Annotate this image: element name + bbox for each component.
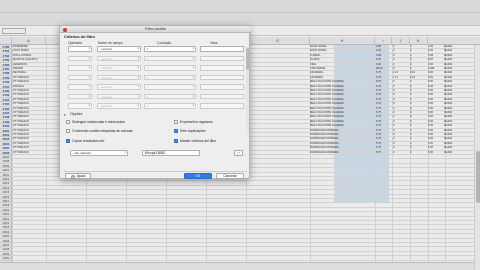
- case-sensitive-label: Distinguir maiúsculas e minúsculas: [72, 120, 125, 124]
- value-input[interactable]: [200, 93, 244, 99]
- copy-target-input[interactable]: $Houja3.$B$2: [142, 150, 200, 156]
- condition-value: =: [146, 85, 149, 89]
- criteria-scrollbar[interactable]: [246, 46, 249, 134]
- condition-select[interactable]: = ▾: [144, 55, 196, 61]
- range-has-headers-label: O intervalo contém etiquetas de colunas: [72, 129, 133, 133]
- field-name-value: - nenhum -: [99, 104, 115, 108]
- chevron-down-icon: ▾: [88, 75, 90, 79]
- ok-button[interactable]: OK: [184, 173, 212, 179]
- condition-select[interactable]: = ▾: [144, 74, 196, 80]
- value-input[interactable]: [200, 84, 244, 90]
- keep-criteria-label: Manter critérios del filtro: [180, 139, 217, 143]
- chevron-down-icon: ▾: [192, 56, 194, 60]
- field-name-select[interactable]: - nenhum - ▾: [97, 46, 141, 52]
- no-duplicates-checkbox[interactable]: ✓: [174, 129, 178, 133]
- condition-select[interactable]: = ▾: [144, 65, 196, 71]
- value-input[interactable]: [200, 103, 244, 109]
- copy-results-label: Copiar resultados em:: [72, 139, 106, 143]
- standard-filter-dialog: Filtro padrão Critérios do filtro Operad…: [59, 25, 251, 179]
- field-name-value: - nenhum -: [99, 75, 115, 80]
- operator-select[interactable]: ▾: [68, 74, 92, 80]
- disclosure-triangle-icon[interactable]: ▾: [64, 113, 66, 117]
- condition-select[interactable]: = ▾: [144, 84, 196, 90]
- shrink-dialog-icon[interactable]: ⤢: [234, 150, 243, 156]
- chevron-down-icon: ▾: [137, 104, 139, 107]
- chevron-down-icon: ▾: [88, 56, 90, 60]
- chevron-down-icon: ▾: [88, 104, 90, 107]
- operator-select[interactable]: ▾: [68, 55, 92, 61]
- chevron-down-icon: ▾: [137, 94, 139, 98]
- field-name-value: - nenhum -: [99, 66, 115, 70]
- cancel-button[interactable]: Cancelar: [216, 173, 244, 179]
- copy-target-select[interactable]: - não definido - ▾: [70, 150, 128, 156]
- chevron-down-icon: ▾: [137, 66, 139, 69]
- chevron-down-icon: ▾: [88, 66, 90, 69]
- no-duplicates-label: Sem duplicações: [180, 129, 206, 133]
- chevron-down-icon: ▾: [137, 56, 139, 60]
- close-icon[interactable]: [63, 27, 67, 32]
- help-icon: ?: [71, 175, 75, 179]
- field-name-select[interactable]: - nenhum - ▾: [97, 84, 141, 90]
- field-name-select[interactable]: - nenhum - ▾: [97, 103, 141, 109]
- field-column-label: Nome do campo: [98, 41, 123, 45]
- chevron-down-icon: ▾: [88, 94, 90, 98]
- condition-column-label: Condição: [157, 41, 172, 45]
- value-input[interactable]: [200, 65, 244, 71]
- chevron-down-icon: ▾: [192, 66, 194, 69]
- keep-criteria-checkbox[interactable]: ✓: [174, 139, 178, 143]
- chevron-down-icon: ▾: [192, 85, 194, 88]
- operator-select[interactable]: ▾: [68, 46, 92, 52]
- condition-value: =: [146, 47, 149, 51]
- field-name-select[interactable]: - nenhum - ▾: [97, 93, 141, 99]
- chevron-down-icon: ▾: [192, 47, 194, 50]
- operator-select[interactable]: ▾: [68, 103, 92, 109]
- operator-select[interactable]: ▾: [68, 84, 92, 90]
- field-name-value: - nenhum -: [99, 94, 115, 99]
- criteria-scroll-thumb[interactable]: [246, 48, 249, 70]
- condition-select[interactable]: = ▾: [144, 103, 196, 109]
- condition-value: =: [146, 56, 149, 61]
- value-input[interactable]: [200, 55, 244, 61]
- regex-checkbox[interactable]: [174, 120, 178, 124]
- condition-value: =: [146, 94, 149, 99]
- condition-select[interactable]: = ▾: [144, 46, 196, 52]
- chevron-down-icon: ▾: [137, 75, 139, 79]
- copy-results-checkbox[interactable]: ✓: [66, 139, 70, 143]
- chevron-down-icon: ▾: [192, 94, 194, 98]
- regex-label: Expressões regulares: [180, 120, 213, 124]
- field-name-value: - nenhum -: [99, 56, 115, 61]
- field-name-value: - nenhum -: [99, 85, 115, 89]
- condition-value: =: [146, 104, 149, 108]
- filter-criteria-heading: Critérios do filtro: [64, 35, 95, 39]
- value-input[interactable]: [200, 46, 244, 52]
- chevron-down-icon: ▾: [124, 151, 126, 154]
- chevron-down-icon: ▾: [192, 75, 194, 79]
- case-sensitive-checkbox[interactable]: [66, 120, 70, 124]
- value-input[interactable]: [200, 74, 244, 80]
- condition-value: =: [146, 66, 149, 70]
- condition-value: =: [146, 75, 149, 80]
- value-column-label: Valor: [210, 41, 218, 45]
- help-button[interactable]: ? Ajuda: [65, 173, 91, 179]
- operator-select[interactable]: ▾: [68, 93, 92, 99]
- chevron-down-icon: ▾: [88, 85, 90, 88]
- chevron-down-icon: ▾: [192, 104, 194, 107]
- field-name-select[interactable]: - nenhum - ▾: [97, 65, 141, 71]
- field-name-select[interactable]: - nenhum - ▾: [97, 74, 141, 80]
- chevron-down-icon: ▾: [137, 47, 139, 50]
- chevron-down-icon: ▾: [137, 85, 139, 88]
- operator-column-label: Operador: [68, 41, 83, 45]
- field-name-value: - nenhum -: [99, 47, 115, 51]
- condition-select[interactable]: = ▾: [144, 93, 196, 99]
- dialog-title: Filtro padrão: [60, 26, 251, 33]
- dialog-separator: [64, 171, 247, 172]
- copy-target-select-value: - não definido -: [72, 151, 93, 155]
- field-name-select[interactable]: - nenhum - ▾: [97, 55, 141, 61]
- chevron-down-icon: ▾: [88, 47, 90, 50]
- operator-select[interactable]: ▾: [68, 65, 92, 71]
- range-has-headers-checkbox[interactable]: [66, 129, 70, 133]
- options-label[interactable]: Opções: [70, 112, 82, 116]
